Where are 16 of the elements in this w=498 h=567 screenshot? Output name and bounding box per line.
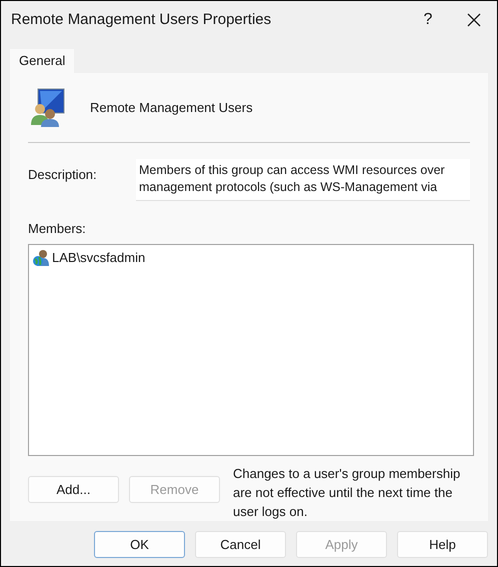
membership-note: Changes to a user's group membership are not effective until the next time the user logs on. (233, 465, 462, 521)
window-title: Remote Management Users Properties (11, 10, 272, 30)
description-label: Description: (28, 166, 98, 184)
close-icon (467, 13, 481, 27)
members-list[interactable]: LAB\svcsfadmin (28, 244, 474, 456)
tab[interactable]: General (10, 49, 74, 73)
dialog-button[interactable]: Cancel (195, 531, 286, 558)
dialog-button[interactable]: Help (397, 531, 488, 558)
group-name: Remote Management Users (90, 98, 253, 117)
member-item[interactable]: LAB\svcsfadmin (32, 248, 146, 268)
members-label: Members: (28, 220, 86, 238)
description-field[interactable]: Members of this group can access WMI resources over management protocols (such as WS-Management via (136, 158, 470, 201)
help-button[interactable]: ? (405, 8, 451, 32)
ok-button[interactable]: OK (94, 531, 185, 558)
dialog-button[interactable]: Add... (28, 476, 119, 503)
user-globe-icon (32, 249, 50, 268)
